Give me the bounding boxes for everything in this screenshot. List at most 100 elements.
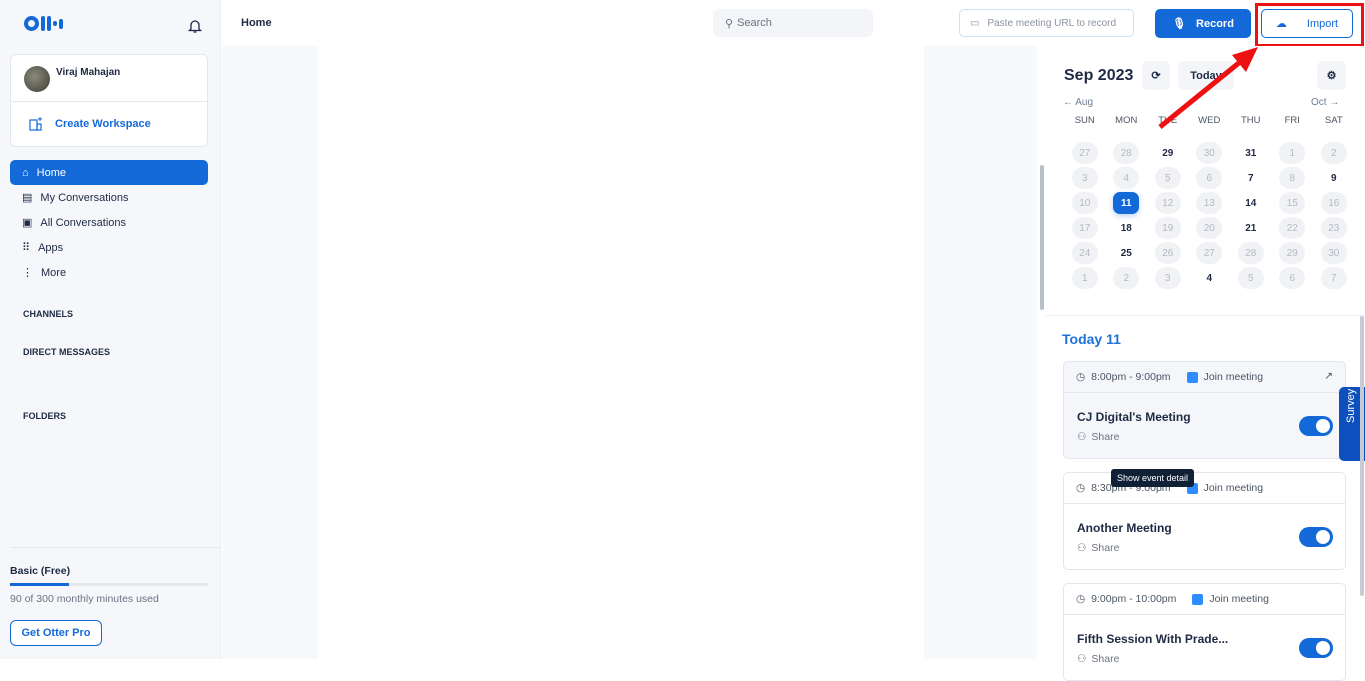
join-meeting-link[interactable]: Join meeting — [1209, 593, 1269, 605]
channels-heading[interactable]: CHANNELS — [23, 309, 73, 319]
event-header: ◷ 8:30pm - 9:00pm Join meeting — [1064, 473, 1345, 504]
share-button[interactable]: ⚇ Share — [1077, 542, 1119, 554]
calendar-day[interactable]: 30 — [1196, 142, 1223, 164]
calendar-day[interactable]: 4 — [1196, 267, 1222, 289]
sidebar-item-all-conversations[interactable]: ▣ All Conversations — [10, 210, 208, 235]
today-button[interactable]: Today — [1178, 61, 1234, 90]
auto-record-toggle[interactable] — [1299, 638, 1333, 658]
record-button[interactable]: 🎙︎ Record — [1155, 9, 1251, 38]
auto-record-toggle[interactable] — [1299, 527, 1333, 547]
calendar-day[interactable]: 3 — [1071, 167, 1098, 189]
calendar-grid: SUN MON TUE WED THU FRI SAT 27 28 29 30 31 1 2 3 4 5 6 7 8… — [1064, 115, 1354, 292]
calendar-day[interactable]: 1 — [1279, 142, 1306, 164]
calendar-day[interactable]: 1 — [1071, 267, 1098, 289]
calendar-day[interactable]: 23 — [1320, 217, 1347, 239]
calendar-day[interactable]: 30 — [1320, 242, 1347, 264]
event-card[interactable]: ◷ 9:00pm - 10:00pm Join meeting Fifth Sessi… — [1063, 583, 1346, 681]
get-otter-pro-button[interactable]: Get Otter Pro — [10, 620, 102, 646]
calendar-day[interactable]: 28 — [1113, 142, 1140, 164]
calendar-day[interactable]: 9 — [1321, 167, 1347, 189]
calendar-day[interactable]: 27 — [1071, 142, 1098, 164]
share-button[interactable]: ⚇ Share — [1077, 653, 1119, 665]
calendar-day[interactable]: 31 — [1238, 142, 1264, 164]
calendar-day[interactable]: 2 — [1320, 142, 1347, 164]
calendar-settings-button[interactable]: ⚙ — [1317, 61, 1346, 90]
external-link-icon[interactable]: ↗ — [1324, 370, 1333, 382]
sidebar-item-more[interactable]: ⋮ More — [10, 260, 208, 285]
calendar-day[interactable]: 25 — [1113, 242, 1139, 264]
page-title: Home — [241, 17, 272, 29]
search-input[interactable]: ⚲ Search — [713, 9, 873, 37]
calendar-day[interactable]: 6 — [1279, 267, 1306, 289]
share-button[interactable]: ⚇ Share — [1077, 431, 1119, 443]
calendar-week: 1234567 — [1064, 267, 1354, 292]
sidebar-item-label: Apps — [38, 241, 64, 254]
join-meeting-link[interactable]: Join meeting — [1204, 482, 1264, 494]
panel-scrollbar[interactable] — [1360, 316, 1364, 596]
calendar-day[interactable]: 10 — [1071, 192, 1098, 214]
calendar-day[interactable]: 4 — [1113, 167, 1140, 189]
calendar-day[interactable]: 29 — [1155, 142, 1181, 164]
event-title[interactable]: Another Meeting — [1077, 521, 1172, 535]
calendar-day[interactable]: 7 — [1238, 167, 1264, 189]
calendar-day[interactable]: 2 — [1113, 267, 1140, 289]
workspace-switcher: Viraj Mahajan Create Workspace — [10, 54, 208, 147]
calendar-day[interactable]: 3 — [1154, 267, 1181, 289]
calendar-week: 10 11 12 13 14 15 16 — [1064, 192, 1354, 217]
otter-logo[interactable] — [24, 16, 63, 31]
folders-heading[interactable]: FOLDERS — [23, 411, 66, 421]
event-header: ◷ 8:00pm - 9:00pm Join meeting ↗ — [1064, 362, 1345, 393]
calendar-day[interactable]: 13 — [1196, 192, 1223, 214]
calendar-day[interactable]: 29 — [1279, 242, 1306, 264]
bell-icon[interactable] — [187, 18, 203, 34]
event-title[interactable]: Fifth Session With Prade... — [1077, 632, 1228, 646]
calendar-day[interactable]: 22 — [1279, 217, 1306, 239]
main-scrollbar[interactable] — [1040, 165, 1044, 310]
calendar-day[interactable]: 5 — [1237, 267, 1264, 289]
calendar-day[interactable]: 8 — [1279, 167, 1306, 189]
calendar-day[interactable]: 26 — [1154, 242, 1181, 264]
sidebar-nav: ⌂ Home ▤ My Conversations ▣ All Conversatio… — [10, 160, 208, 285]
calendar-day[interactable]: 19 — [1154, 217, 1181, 239]
events-heading: Today 11 — [1062, 331, 1121, 347]
event-title[interactable]: CJ Digital's Meeting — [1077, 410, 1191, 424]
calendar-day[interactable]: 24 — [1071, 242, 1098, 264]
join-meeting-link[interactable]: Join meeting — [1204, 371, 1264, 383]
calendar-day[interactable]: 18 — [1113, 217, 1139, 239]
event-card[interactable]: ◷ 8:00pm - 9:00pm Join meeting ↗ CJ Digital'… — [1063, 361, 1346, 459]
next-month-button[interactable]: Oct → — [1311, 97, 1339, 108]
calendar-day[interactable]: 21 — [1238, 217, 1264, 239]
avatar[interactable] — [24, 66, 50, 92]
auto-record-toggle[interactable] — [1299, 416, 1333, 436]
user-name: Viraj Mahajan — [56, 67, 121, 78]
sidebar-item-my-conversations[interactable]: ▤ My Conversations — [10, 185, 208, 210]
calendar-day[interactable]: 17 — [1071, 217, 1098, 239]
search-placeholder: Search — [737, 17, 772, 29]
calendar-day[interactable]: 12 — [1154, 192, 1181, 214]
share-label: Share — [1091, 431, 1120, 443]
direct-messages-heading[interactable]: DIRECT MESSAGES — [23, 347, 110, 357]
calendar-day[interactable]: 11 — [1113, 192, 1140, 214]
calendar-day[interactable]: 28 — [1237, 242, 1264, 264]
refresh-button[interactable]: ⟳ — [1142, 61, 1170, 90]
sidebar-item-home[interactable]: ⌂ Home — [10, 160, 208, 185]
calendar-day[interactable]: 15 — [1279, 192, 1306, 214]
usage-progress-fill — [10, 583, 70, 586]
meeting-url-input[interactable]: ▭ Paste meeting URL to record — [959, 9, 1134, 37]
calendar-week: 27 28 29 30 31 1 2 — [1064, 142, 1354, 167]
calendar-day[interactable]: 16 — [1320, 192, 1347, 214]
create-workspace-button[interactable]: Create Workspace — [29, 117, 151, 131]
sidebar-item-apps[interactable]: ⠿ Apps — [10, 235, 208, 260]
previous-month-button[interactable]: ← Aug — [1063, 97, 1093, 108]
calendar-day[interactable]: 7 — [1320, 267, 1347, 289]
calendar-day[interactable]: 5 — [1154, 167, 1181, 189]
share-label: Share — [1091, 653, 1120, 665]
event-card[interactable]: ◷ 8:30pm - 9:00pm Join meeting Another Meet… — [1063, 472, 1346, 570]
calendar-day[interactable]: 6 — [1196, 167, 1223, 189]
calendar-day[interactable]: 27 — [1196, 242, 1223, 264]
workspace-add-icon — [29, 117, 42, 131]
sidebar-item-label: Home — [36, 166, 66, 179]
event-header: ◷ 9:00pm - 10:00pm Join meeting — [1064, 584, 1345, 615]
calendar-day[interactable]: 20 — [1196, 217, 1223, 239]
calendar-day[interactable]: 14 — [1238, 192, 1264, 214]
